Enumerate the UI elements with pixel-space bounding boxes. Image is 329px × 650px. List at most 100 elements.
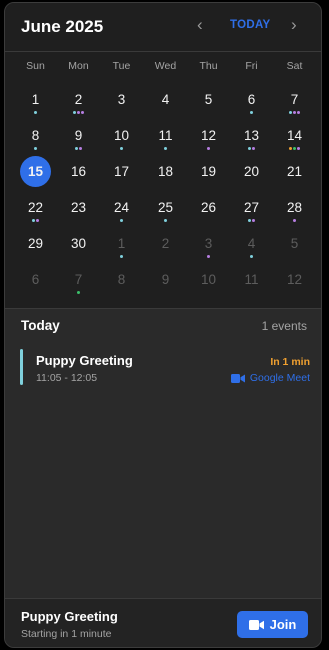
- event-indicator-dots: [273, 147, 316, 151]
- day-number: 7: [290, 92, 299, 107]
- day-cell[interactable]: 1: [100, 235, 143, 271]
- today-button[interactable]: TODAY: [230, 19, 271, 31]
- day-cell[interactable]: 9: [57, 127, 100, 163]
- event-dot: [289, 111, 292, 114]
- day-cell[interactable]: 13: [230, 127, 273, 163]
- day-cell[interactable]: 27: [230, 199, 273, 235]
- day-cell[interactable]: 28: [273, 199, 316, 235]
- event-indicator-dots: [273, 111, 316, 115]
- day-number: 7: [74, 272, 83, 287]
- day-number: 3: [204, 236, 213, 251]
- day-cell[interactable]: 19: [187, 163, 230, 199]
- event-indicator-dots: [144, 219, 187, 223]
- day-cell[interactable]: 11: [230, 271, 273, 307]
- day-cell[interactable]: 10: [187, 271, 230, 307]
- next-month-chevron-icon[interactable]: ›: [291, 15, 297, 35]
- event-dot: [297, 147, 300, 150]
- day-cell[interactable]: 12: [273, 271, 316, 307]
- calendar-popover: June 2025 ‹ TODAY › Sun Mon Tue Wed Thu Fri Sa…: [4, 2, 322, 648]
- day-cell[interactable]: 23: [57, 199, 100, 235]
- event-indicator-dots: [273, 219, 316, 223]
- day-cell[interactable]: 7: [57, 271, 100, 307]
- event-indicator-dots: [14, 111, 57, 115]
- weekday-label: Fri: [245, 60, 258, 72]
- day-cell-selected[interactable]: 15: [14, 156, 57, 199]
- day-cell[interactable]: 14: [273, 127, 316, 163]
- event-dot: [248, 147, 251, 150]
- join-button[interactable]: Join: [237, 611, 308, 638]
- event-indicator-dots: [230, 255, 273, 259]
- event-indicator-dots: [100, 219, 143, 223]
- previous-month-chevron-icon[interactable]: ‹: [197, 15, 203, 35]
- calendar-header: June 2025 ‹ TODAY ›: [5, 3, 321, 51]
- day-cell[interactable]: 8: [100, 271, 143, 307]
- day-cell[interactable]: 7: [273, 91, 316, 127]
- event-indicator-dots: [187, 255, 230, 259]
- event-count: 1 events: [261, 319, 307, 333]
- event-dot: [120, 255, 123, 258]
- day-cell[interactable]: 2: [57, 91, 100, 127]
- day-cell[interactable]: 10: [100, 127, 143, 163]
- event-dot: [36, 219, 39, 222]
- header-divider: [5, 51, 321, 52]
- day-cell[interactable]: 9: [144, 271, 187, 307]
- day-number: 17: [113, 164, 130, 179]
- day-cell[interactable]: 22: [14, 199, 57, 235]
- day-cell[interactable]: 11: [144, 127, 187, 163]
- upcoming-event-title: Puppy Greeting: [21, 609, 118, 624]
- day-number: 20: [243, 164, 260, 179]
- day-number: 12: [200, 128, 217, 143]
- day-cell[interactable]: 16: [57, 163, 100, 199]
- event-dot: [252, 219, 255, 222]
- day-number: 22: [27, 200, 44, 215]
- day-cell[interactable]: 29: [14, 235, 57, 271]
- day-cell[interactable]: 20: [230, 163, 273, 199]
- day-number: 8: [31, 128, 40, 143]
- day-number: 26: [200, 200, 217, 215]
- day-number: 4: [247, 236, 256, 251]
- day-cell[interactable]: 21: [273, 163, 316, 199]
- event-indicator-dots: [14, 219, 57, 223]
- day-cell[interactable]: 1: [14, 91, 57, 127]
- day-number: 4: [161, 92, 170, 107]
- weekday-label: Tue: [112, 60, 131, 72]
- day-cell[interactable]: 4: [230, 235, 273, 271]
- today-section-title: Today: [21, 318, 60, 333]
- day-cell[interactable]: 12: [187, 127, 230, 163]
- day-cell[interactable]: 3: [100, 91, 143, 127]
- month-title: June 2025: [21, 17, 104, 36]
- day-cell[interactable]: 25: [144, 199, 187, 235]
- event-dot: [77, 291, 80, 294]
- weekday-label: Sat: [286, 60, 303, 72]
- day-cell[interactable]: 24: [100, 199, 143, 235]
- event-indicator-dots: [230, 147, 273, 151]
- day-cell[interactable]: 6: [230, 91, 273, 127]
- day-number: 23: [70, 200, 87, 215]
- day-cell[interactable]: 6: [14, 271, 57, 307]
- day-cell[interactable]: 5: [187, 91, 230, 127]
- event-time: 11:05 - 12:05: [36, 372, 98, 384]
- day-cell[interactable]: 3: [187, 235, 230, 271]
- day-number: 29: [27, 236, 44, 251]
- event-dot: [289, 147, 292, 150]
- day-cell[interactable]: 18: [144, 163, 187, 199]
- event-dot: [207, 147, 210, 150]
- day-number: 11: [158, 128, 173, 143]
- event-item[interactable]: Puppy Greeting 11:05 - 12:05 In 1 min Go…: [20, 349, 310, 385]
- event-indicator-dots: [57, 111, 100, 115]
- meeting-service-label: Google Meet: [249, 372, 310, 384]
- day-number: 9: [161, 272, 170, 287]
- day-cell[interactable]: 5: [273, 235, 316, 271]
- day-number: 2: [161, 236, 170, 251]
- day-number: 12: [286, 272, 303, 287]
- day-cell[interactable]: 26: [187, 199, 230, 235]
- day-cell[interactable]: 17: [100, 163, 143, 199]
- calendar-divider: [5, 308, 321, 309]
- meeting-link[interactable]: Google Meet: [230, 372, 310, 384]
- event-dot: [81, 111, 84, 114]
- day-number: 18: [157, 164, 174, 179]
- day-cell[interactable]: 2: [144, 235, 187, 271]
- day-cell[interactable]: 30: [57, 235, 100, 271]
- day-cell[interactable]: 4: [144, 91, 187, 127]
- day-number: 1: [31, 92, 40, 107]
